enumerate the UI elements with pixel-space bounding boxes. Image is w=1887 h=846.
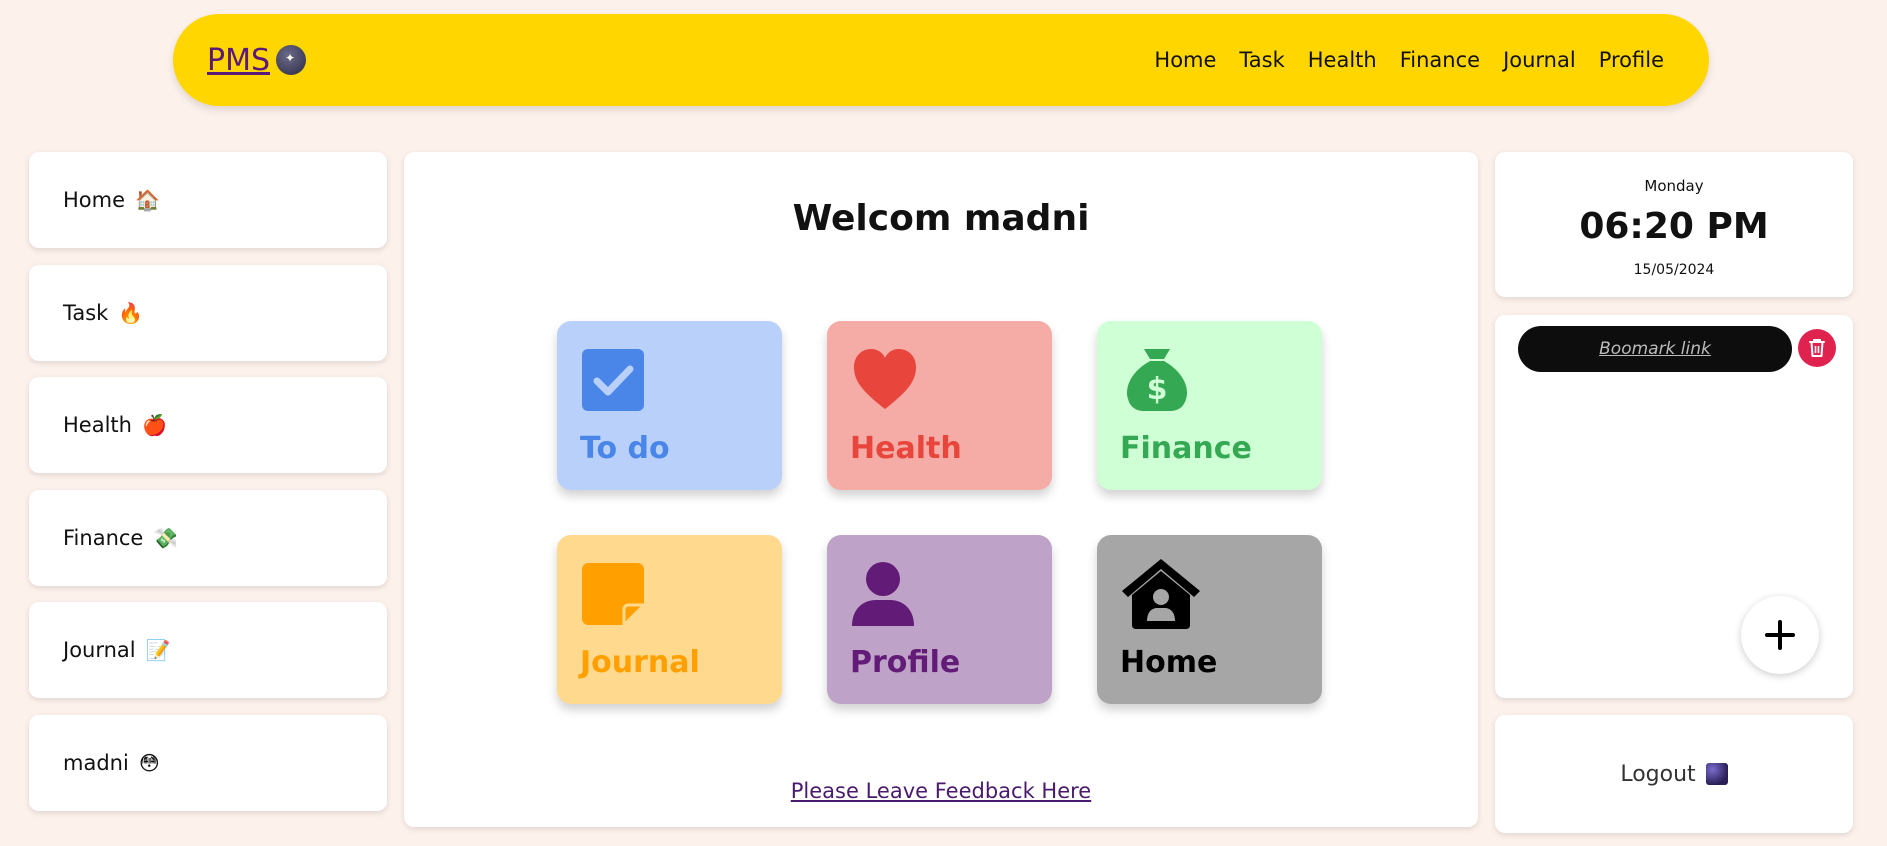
bookmark-widget: Boomark link [1495,315,1853,698]
house-emoji-icon: 🏠 [135,188,160,212]
nav-link-health[interactable]: Health [1308,48,1377,72]
tile-label: Home [1120,645,1218,680]
main-dashboard: Welcom madni To do Health $ Finance Jour… [404,152,1478,827]
fire-emoji-icon: 🔥 [118,300,144,325]
apple-emoji-icon: 🍎 [141,413,167,437]
house-user-icon [1122,559,1200,629]
clock-date: 15/05/2024 [1633,262,1715,278]
nav-link-journal[interactable]: Journal [1503,48,1576,72]
heart-icon [854,349,916,409]
nav-link-home[interactable]: Home [1154,48,1216,72]
sidebar-item-label: Health [63,413,132,437]
feedback-link[interactable]: Please Leave Feedback Here [404,779,1478,803]
checkbox-icon [582,349,644,411]
sidebar-item-label: Home [63,188,126,212]
money-bag-icon: $ [1126,349,1188,411]
sidebar-item-label: Finance [63,525,144,550]
sidebar-item-label: Task [63,300,109,325]
sidebar-item-health[interactable]: Health 🍎 [29,377,387,473]
tile-label: To do [580,431,670,466]
logout-button[interactable]: Logout [1495,715,1853,833]
sidebar-item-profile[interactable]: madni 😳 [29,714,387,811]
tile-home[interactable]: Home [1097,535,1322,704]
sidebar-item-label: Journal [63,638,136,662]
tile-finance[interactable]: $ Finance [1097,321,1322,490]
tile-label: Finance [1120,431,1252,466]
crystal-ball-icon [276,45,307,75]
bookmark-link[interactable]: Boomark link [1518,326,1792,372]
tile-profile[interactable]: Profile [827,535,1052,704]
sticky-note-icon [582,563,646,627]
tile-journal[interactable]: Journal [557,535,782,704]
galaxy-icon [1705,763,1728,785]
nav-link-profile[interactable]: Profile [1599,48,1664,72]
tile-label: Journal [580,645,700,680]
welcome-heading: Welcom madni [792,198,1090,239]
plus-icon [1765,620,1795,650]
brand-logo-link[interactable]: PMS [207,42,307,78]
nav-links: Home Task Health Finance Journal Profile [1154,48,1664,72]
add-bookmark-button[interactable] [1741,596,1819,674]
trash-icon [1809,339,1825,357]
money-wings-emoji-icon: 💸 [153,525,179,550]
top-navbar: PMS Home Task Health Finance Journal Pro… [173,14,1709,106]
tile-label: Profile [850,645,961,680]
nav-link-finance[interactable]: Finance [1400,48,1480,72]
tile-todo[interactable]: To do [557,321,782,490]
person-icon [852,562,914,626]
sidebar-item-home[interactable]: Home 🏠 [29,152,387,248]
clock-day: Monday [1644,177,1704,195]
sidebar-item-journal[interactable]: Journal 📝 [29,602,387,698]
svg-text:$: $ [1147,372,1168,407]
tile-health[interactable]: Health [827,321,1052,490]
sidebar-item-label: madni [63,750,129,775]
sidebar-item-finance[interactable]: Finance 💸 [29,489,387,586]
tile-label: Health [850,431,962,466]
clock-time: 06:20 PM [1579,206,1769,247]
brand-label: PMS [207,42,271,78]
clock-widget: Monday 06:20 PM 15/05/2024 [1495,152,1853,297]
logout-label: Logout [1620,761,1696,787]
module-tiles: To do Health $ Finance Journal Profile H… [557,321,1322,704]
flushed-face-emoji-icon: 😳 [138,750,160,775]
nav-link-task[interactable]: Task [1239,48,1284,72]
delete-bookmark-button[interactable] [1798,329,1836,367]
left-sidebar: Home 🏠 Task 🔥 Health 🍎 Finance 💸 Journal… [29,152,387,827]
sidebar-item-task[interactable]: Task 🔥 [29,264,387,361]
memo-emoji-icon: 📝 [145,638,171,662]
